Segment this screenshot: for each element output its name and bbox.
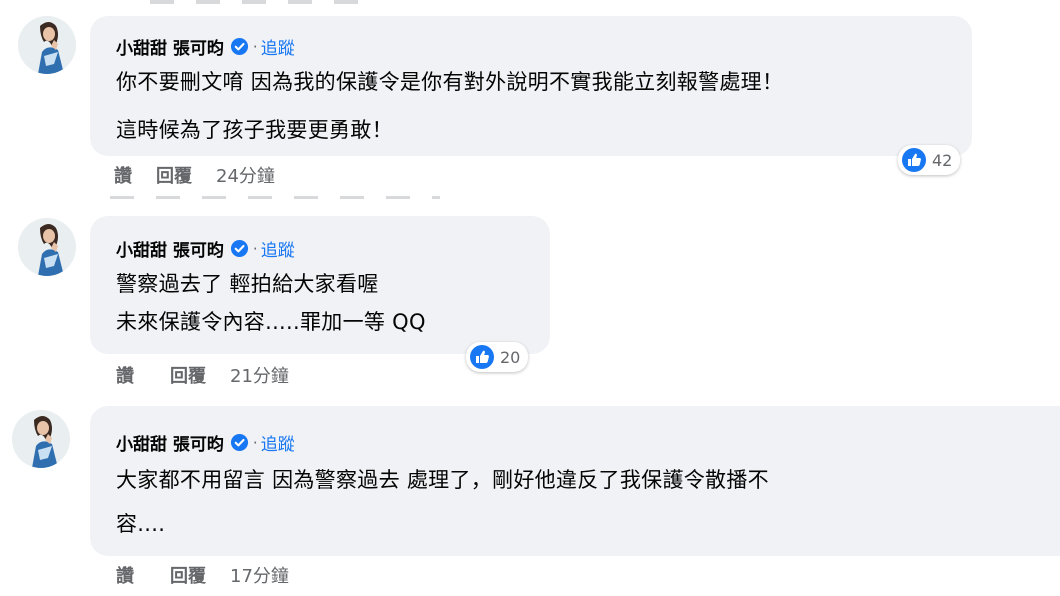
like-button[interactable]: 讚	[116, 562, 134, 588]
comment-header: 小甜甜 張可昀 · 追蹤	[116, 236, 295, 262]
author-name[interactable]: 小甜甜 張可昀	[116, 430, 224, 455]
separator-dot: ·	[252, 239, 258, 258]
avatar[interactable]	[18, 16, 76, 74]
reply-button[interactable]: 回覆	[156, 162, 192, 188]
comment-timestamp[interactable]: 21分鐘	[230, 362, 289, 388]
verified-badge-icon	[230, 37, 249, 56]
like-reaction-icon	[469, 344, 495, 370]
comment-actions: 讚 回覆 24分鐘	[114, 162, 275, 188]
author-name[interactable]: 小甜甜 張可昀	[116, 236, 224, 261]
verified-badge-icon	[230, 433, 249, 452]
reply-button[interactable]: 回覆	[170, 362, 206, 388]
comment-header: 小甜甜 張可昀 · 追蹤	[116, 34, 295, 60]
like-button[interactable]: 讚	[114, 162, 132, 188]
follow-link[interactable]: 追蹤	[261, 430, 295, 455]
comment-text-line: 你不要刪文唷 因為我的保護令是你有對外說明不實我能立刻報警處理！	[116, 70, 784, 94]
separator-dot: ·	[252, 37, 258, 56]
comment-text-line: 未來保護令內容.....罪加一等 QQ	[116, 310, 426, 334]
comment-timestamp[interactable]: 24分鐘	[216, 162, 275, 188]
comment-text-line: 大家都不用留言 因為警察過去 處理了，剛好他違反了我保護令散播不	[116, 468, 769, 492]
separator-dot: ·	[252, 433, 258, 452]
author-name[interactable]: 小甜甜 張可昀	[116, 34, 224, 59]
reaction-count: 20	[500, 347, 521, 367]
avatar-image	[18, 218, 76, 276]
reply-button[interactable]: 回覆	[170, 562, 206, 588]
avatar-image	[12, 410, 70, 468]
cut-off-overlap-row	[110, 196, 440, 199]
reaction-summary[interactable]: 20	[466, 342, 529, 372]
comment-text-line: 容....	[116, 512, 166, 536]
follow-link[interactable]: 追蹤	[261, 236, 295, 261]
comment-actions: 讚 回覆 17分鐘	[116, 562, 289, 588]
reaction-count: 42	[932, 150, 953, 170]
comment-actions: 讚 回覆 21分鐘	[116, 362, 289, 388]
comment-text-line: 這時候為了孩子我要更勇敢！	[116, 118, 393, 142]
avatar[interactable]	[12, 410, 70, 468]
avatar-image	[18, 16, 76, 74]
comment-timestamp[interactable]: 17分鐘	[230, 562, 289, 588]
cut-off-previous-actions	[150, 0, 370, 4]
verified-badge-icon	[230, 239, 249, 258]
comment-text-line: 警察過去了 輕拍給大家看喔	[116, 272, 379, 296]
like-button[interactable]: 讚	[116, 362, 134, 388]
avatar[interactable]	[18, 218, 76, 276]
reaction-summary[interactable]: 42	[898, 145, 961, 175]
like-reaction-icon	[901, 147, 927, 173]
follow-link[interactable]: 追蹤	[261, 34, 295, 59]
comment-header: 小甜甜 張可昀 · 追蹤	[116, 430, 295, 456]
